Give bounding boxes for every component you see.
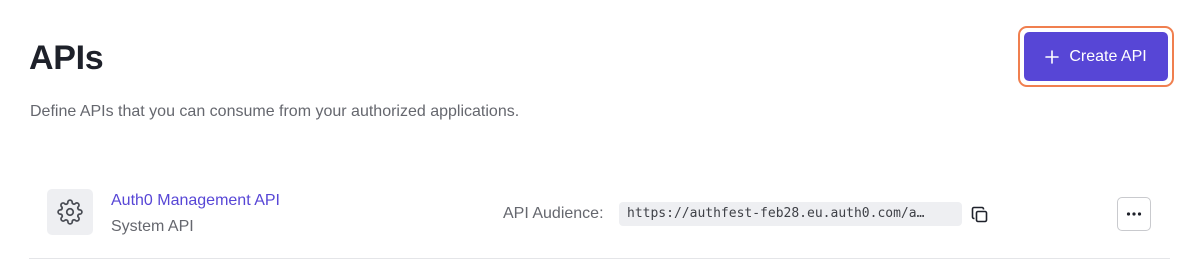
copy-icon: [971, 206, 988, 223]
more-options-button[interactable]: [1117, 197, 1151, 231]
page-title: APIs: [29, 39, 104, 77]
api-list-item: Auth0 Management API System API API Audi…: [29, 166, 1170, 259]
api-audience-label: API Audience:: [503, 205, 604, 222]
plus-icon: [1045, 49, 1060, 64]
api-icon-box: [47, 189, 93, 235]
api-name-link[interactable]: Auth0 Management API: [111, 191, 280, 211]
create-api-button-label: Create API: [1069, 47, 1147, 65]
api-type: System API: [111, 218, 194, 235]
gear-icon: [57, 199, 83, 225]
create-api-button[interactable]: Create API: [1024, 32, 1168, 81]
create-api-highlight: Create API: [1018, 26, 1174, 87]
page-description: Define APIs that you can consume from yo…: [30, 103, 520, 120]
api-audience-value: https://authfest-feb28.eu.auth0.com/a…: [619, 202, 962, 226]
more-options-icon: [1126, 212, 1142, 216]
copy-audience-button[interactable]: [969, 204, 991, 226]
apis-page: APIs Define APIs that you can consume fr…: [0, 0, 1200, 263]
